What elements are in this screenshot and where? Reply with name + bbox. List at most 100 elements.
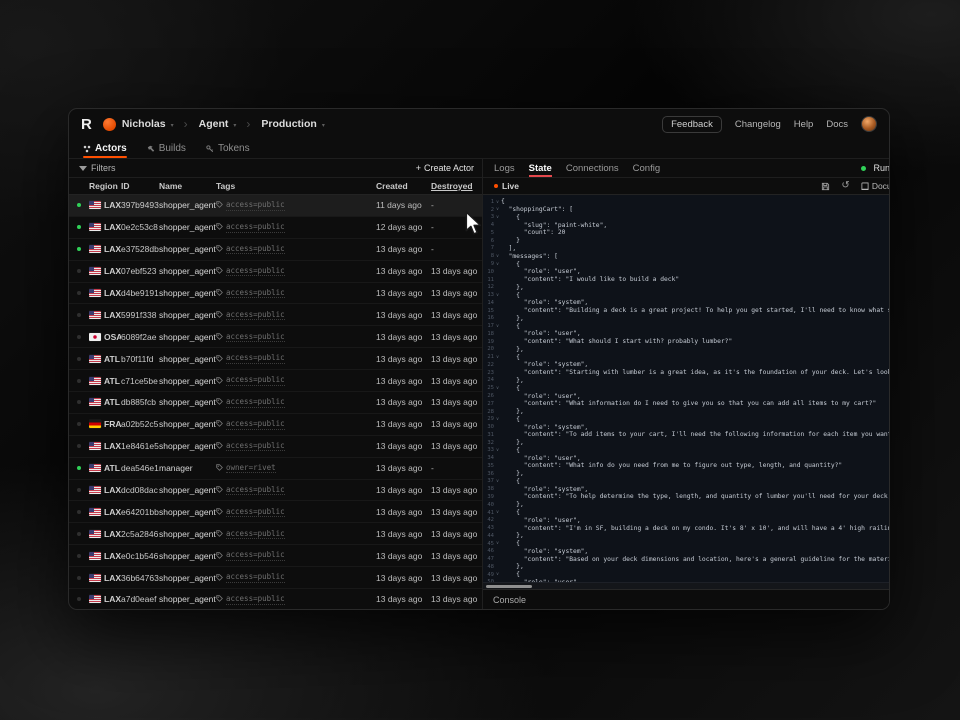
tab-label: Tokens — [218, 143, 250, 154]
status-cell — [69, 422, 89, 426]
breadcrumb-project[interactable]: Agent — [199, 118, 229, 130]
table-row[interactable]: ATLdea546e1managerowner=rivet13 days ago… — [69, 458, 482, 480]
help-link[interactable]: Help — [794, 119, 814, 130]
table-row[interactable]: LAXd4be9191shopper_agentaccess=public13 … — [69, 283, 482, 305]
fold-chevron-icon[interactable]: ∨ — [494, 510, 501, 515]
line-number: 40 — [483, 502, 494, 508]
table-row[interactable]: ATLdb885fcbshopper_agentaccess=public13 … — [69, 392, 482, 414]
tab-logs[interactable]: Logs — [494, 159, 515, 177]
line-number: 4 — [483, 222, 494, 228]
changelog-link[interactable]: Changelog — [735, 119, 781, 130]
tab-config[interactable]: Config — [633, 159, 660, 177]
code-line: 42 "role": "user", — [483, 516, 890, 524]
column-header-region[interactable]: Region — [89, 181, 121, 191]
tag-label: access=public — [226, 550, 285, 561]
table-row[interactable]: LAXe64201bbshopper_agentaccess=public13 … — [69, 501, 482, 523]
tab-state[interactable]: State — [529, 159, 552, 177]
chevron-down-icon[interactable]: ▾ — [233, 122, 236, 129]
tags-cell: owner=rivet — [216, 463, 376, 474]
code-line: 35 "content": "What info do you need fro… — [483, 462, 890, 470]
table-row[interactable]: LAX397b9493shopper_agentaccess=public11 … — [69, 195, 482, 217]
region-cell: LAX — [89, 441, 121, 451]
code-text: "role": "user", — [501, 268, 890, 275]
table-row[interactable]: LAXe0c1b546shopper_agentaccess=public13 … — [69, 545, 482, 567]
line-number: 3 — [483, 214, 494, 220]
fold-chevron-icon[interactable]: ∨ — [494, 200, 501, 205]
table-row[interactable]: ATLb70f11fdshopper_agentaccess=public13 … — [69, 348, 482, 370]
table-row[interactable]: LAXe37528dbshopper_agentaccess=public13 … — [69, 239, 482, 261]
tab-builds[interactable]: Builds — [147, 139, 186, 158]
state-json-editor[interactable]: 1∨{2∨ "shoppingCart": [3∨ {4 "slug": "pa… — [483, 195, 890, 582]
status-cell — [69, 247, 89, 251]
column-header-created[interactable]: Created — [376, 181, 431, 191]
docs-link[interactable]: Docs — [826, 119, 848, 130]
code-line: 48 }, — [483, 563, 890, 571]
table-row[interactable]: LAX2c5a2846shopper_agentaccess=public13 … — [69, 523, 482, 545]
user-avatar[interactable] — [861, 116, 877, 132]
us-flag-icon — [89, 223, 101, 231]
table-row[interactable]: LAX0e2c53c8shopper_agentaccess=public12 … — [69, 217, 482, 239]
fold-chevron-icon[interactable]: ∨ — [494, 262, 501, 267]
fold-chevron-icon[interactable]: ∨ — [494, 417, 501, 422]
table-row[interactable]: OSA6089f2aeshopper_agentaccess=public13 … — [69, 326, 482, 348]
tags-cell: access=public — [216, 222, 376, 233]
region-cell: LAX — [89, 507, 121, 517]
table-row[interactable]: LAX36b64763shopper_agentaccess=public13 … — [69, 567, 482, 589]
save-icon[interactable] — [821, 182, 830, 191]
table-row[interactable]: ATLc71ce5beshopper_agentaccess=public13 … — [69, 370, 482, 392]
destroyed-cell: 13 days ago — [431, 376, 482, 386]
fold-chevron-icon[interactable]: ∨ — [494, 324, 501, 329]
create-actor-button[interactable]: + Create Actor — [416, 163, 474, 173]
column-header-tags[interactable]: Tags — [216, 181, 376, 191]
fold-chevron-icon[interactable]: ∨ — [494, 541, 501, 546]
line-number: 47 — [483, 556, 494, 562]
status-cell — [69, 203, 89, 207]
tab-tokens[interactable]: Tokens — [206, 139, 250, 158]
chevron-down-icon[interactable]: ▾ — [322, 122, 325, 129]
line-number: 25 — [483, 385, 494, 391]
actor-status-dot — [77, 444, 81, 448]
fold-chevron-icon[interactable]: ∨ — [494, 448, 501, 453]
fold-chevron-icon[interactable]: ∨ — [494, 207, 501, 212]
documentation-link[interactable]: Documentation — [861, 181, 890, 191]
region-code: LAX — [104, 310, 121, 320]
code-text: "content": "Starting with lumber is a gr… — [501, 369, 890, 376]
column-header-name[interactable]: Name — [159, 181, 216, 191]
chevron-down-icon[interactable]: ▾ — [171, 122, 174, 129]
fold-chevron-icon[interactable]: ∨ — [494, 572, 501, 577]
actor-name: shopper_agent — [159, 332, 216, 342]
fold-chevron-icon[interactable]: ∨ — [494, 355, 501, 360]
column-header-id[interactable]: ID — [121, 181, 159, 191]
console-bar[interactable]: Console ∨ — [483, 589, 890, 609]
table-row[interactable]: LAX1e8461e5shopper_agentaccess=public13 … — [69, 436, 482, 458]
fold-chevron-icon[interactable]: ∨ — [494, 254, 501, 259]
region-cell: LAX — [89, 594, 121, 604]
breadcrumb-environment[interactable]: Production — [261, 118, 316, 130]
fold-chevron-icon[interactable]: ∨ — [494, 386, 501, 391]
table-row[interactable]: LAXdcd08dacshopper_agentaccess=public13 … — [69, 480, 482, 502]
table-row[interactable]: FRAa02b52c5shopper_agentaccess=public13 … — [69, 414, 482, 436]
destroyed-cell: 13 days ago — [431, 419, 482, 429]
us-flag-icon — [89, 508, 101, 516]
horizontal-scrollbar-thumb[interactable] — [486, 585, 532, 589]
table-row[interactable]: LAXa7d0eaefshopper_agentaccess=public13 … — [69, 589, 482, 609]
tab-connections[interactable]: Connections — [566, 159, 619, 177]
fold-chevron-icon[interactable]: ∨ — [494, 215, 501, 220]
breadcrumb-user[interactable]: Nicholas — [122, 118, 166, 130]
status-cell — [69, 576, 89, 580]
column-header-destroyed[interactable]: Destroyed — [431, 181, 482, 191]
undo-icon[interactable]: ↺ — [841, 181, 849, 191]
line-number: 1 — [483, 199, 494, 205]
feedback-button[interactable]: Feedback — [662, 116, 722, 133]
fold-chevron-icon[interactable]: ∨ — [494, 479, 501, 484]
tag-icon — [216, 244, 223, 254]
tab-actors[interactable]: Actors — [83, 139, 127, 158]
fold-chevron-icon[interactable]: ∨ — [494, 293, 501, 298]
filters-button[interactable]: Filters — [69, 163, 116, 173]
horizontal-scrollbar[interactable] — [483, 582, 890, 589]
table-row[interactable]: LAX07ebf523shopper_agentaccess=public13 … — [69, 261, 482, 283]
table-row[interactable]: LAX5991f338shopper_agentaccess=public13 … — [69, 304, 482, 326]
live-dot — [494, 184, 498, 188]
code-line: 1∨{ — [483, 198, 890, 206]
line-number: 17 — [483, 323, 494, 329]
